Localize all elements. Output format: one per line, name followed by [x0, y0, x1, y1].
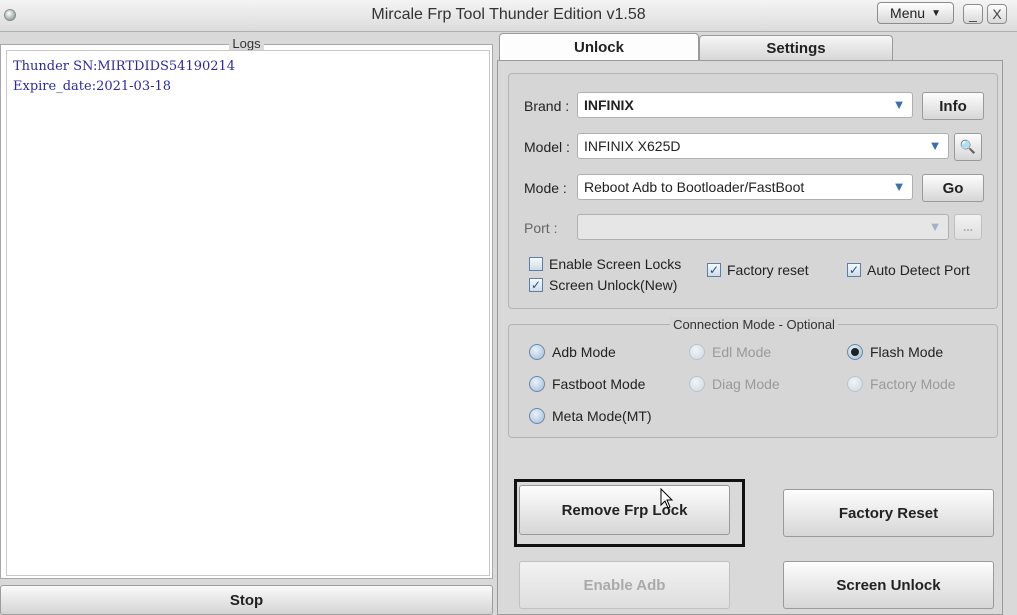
unlock-tab-panel: Brand : INFINIX ▼ Info Model : INFINIX X… — [497, 60, 1003, 615]
minimize-button[interactable]: _ — [963, 4, 983, 24]
radio-adb-mode[interactable]: Adb Mode — [529, 344, 616, 360]
mouse-pointer-icon — [660, 488, 674, 509]
checkbox-label: Auto Detect Port — [867, 262, 970, 278]
screen-unlock-new-checkbox[interactable]: ✓ Screen Unlock(New) — [529, 277, 677, 293]
radio-fastboot-mode[interactable]: Fastboot Mode — [529, 376, 645, 392]
checkbox-label: Screen Unlock(New) — [549, 277, 678, 293]
model-label: Model : — [524, 139, 570, 155]
port-select[interactable]: ▼ — [577, 214, 949, 240]
menu-label: Menu — [890, 5, 926, 21]
tab-settings[interactable]: Settings — [699, 35, 893, 61]
checkbox-label: Enable Screen Locks — [549, 256, 682, 272]
log-line: Expire_date:2021-03-18 — [13, 79, 172, 94]
remove-frp-lock-button[interactable]: Remove Frp Lock — [519, 485, 730, 535]
dropdown-arrow-icon[interactable]: ▼ — [890, 180, 908, 194]
menu-button[interactable]: Menu ▼ — [877, 2, 954, 24]
stop-button[interactable]: Stop — [0, 585, 493, 615]
caret-down-icon: ▼ — [931, 7, 941, 19]
title-bar: Mircale Frp Tool Thunder Edition v1.58 M… — [0, 0, 1017, 32]
radio-label: Flash Mode — [870, 344, 944, 360]
brand-label: Brand : — [524, 98, 570, 114]
radio-icon — [689, 376, 705, 392]
logs-textarea[interactable]: Thunder SN:MIRTDIDS54190214 Expire_date:… — [6, 50, 490, 576]
radio-label: Meta Mode(MT) — [552, 408, 652, 424]
radio-meta-mode[interactable]: Meta Mode(MT) — [529, 408, 652, 424]
radio-label: Factory Mode — [870, 376, 956, 392]
window-title: Mircale Frp Tool Thunder Edition v1.58 — [371, 6, 646, 23]
screen-unlock-button[interactable]: Screen Unlock — [783, 561, 994, 609]
radio-label: Adb Mode — [552, 344, 616, 360]
port-label: Port : — [524, 220, 558, 236]
brand-select[interactable]: INFINIX ▼ — [577, 92, 913, 118]
checkbox-label: Factory reset — [727, 262, 809, 278]
radio-label: Edl Mode — [712, 344, 772, 360]
connection-mode-group: Connection Mode - Optional Adb Mode Edl … — [508, 317, 998, 438]
mode-label: Mode : — [524, 180, 567, 196]
tab-unlock[interactable]: Unlock — [499, 33, 699, 61]
brand-value: INFINIX — [584, 97, 634, 113]
search-icon: 🔍 — [959, 139, 977, 154]
radio-icon — [689, 344, 705, 360]
radio-icon — [529, 344, 545, 360]
log-line: Thunder SN:MIRTDIDS54190214 — [13, 59, 236, 74]
checkmark-icon: ✓ — [529, 278, 543, 292]
logs-title: Logs — [0, 36, 493, 51]
factory-reset-button[interactable]: Factory Reset — [783, 489, 994, 537]
radio-selected-icon — [847, 344, 863, 360]
radio-flash-mode[interactable]: Flash Mode — [847, 344, 943, 360]
right-panel: Unlock Settings Brand : INFINIX ▼ Info M… — [497, 32, 1017, 615]
radio-icon — [529, 408, 545, 424]
connection-mode-title: Connection Mode - Optional — [509, 317, 999, 332]
radio-icon — [847, 376, 863, 392]
close-button[interactable]: X — [987, 4, 1007, 24]
port-browse-button[interactable]: ... — [954, 214, 982, 240]
minimize-icon: _ — [969, 6, 977, 22]
model-search-button[interactable]: 🔍 — [954, 133, 982, 161]
info-button[interactable]: Info — [922, 92, 984, 120]
radio-label: Diag Mode — [712, 376, 780, 392]
radio-diag-mode[interactable]: Diag Mode — [689, 376, 780, 392]
checkmark-icon: ✓ — [707, 263, 721, 277]
model-select[interactable]: INFINIX X625D ▼ — [577, 133, 949, 159]
dropdown-arrow-icon[interactable]: ▼ — [926, 139, 944, 153]
radio-edl-mode[interactable]: Edl Mode — [689, 344, 771, 360]
auto-detect-port-checkbox[interactable]: ✓ Auto Detect Port — [847, 262, 970, 278]
device-settings-group: Brand : INFINIX ▼ Info Model : INFINIX X… — [508, 73, 998, 309]
radio-icon — [529, 376, 545, 392]
close-icon: X — [992, 6, 1002, 22]
checkmark-icon: ✓ — [847, 263, 861, 277]
go-button[interactable]: Go — [922, 174, 984, 202]
radio-label: Fastboot Mode — [552, 376, 646, 392]
checkbox-unchecked-icon — [529, 257, 543, 271]
mode-value: Reboot Adb to Bootloader/FastBoot — [584, 179, 805, 195]
enable-screen-locks-checkbox[interactable]: Enable Screen Locks — [529, 256, 681, 272]
model-value: INFINIX X625D — [584, 138, 681, 154]
dropdown-arrow-icon[interactable]: ▼ — [890, 98, 908, 112]
dropdown-arrow-icon[interactable]: ▼ — [926, 220, 944, 234]
mode-select[interactable]: Reboot Adb to Bootloader/FastBoot ▼ — [577, 174, 913, 200]
factory-reset-checkbox[interactable]: ✓ Factory reset — [707, 262, 809, 278]
radio-factory-mode[interactable]: Factory Mode — [847, 376, 956, 392]
enable-adb-button[interactable]: Enable Adb — [519, 561, 730, 609]
